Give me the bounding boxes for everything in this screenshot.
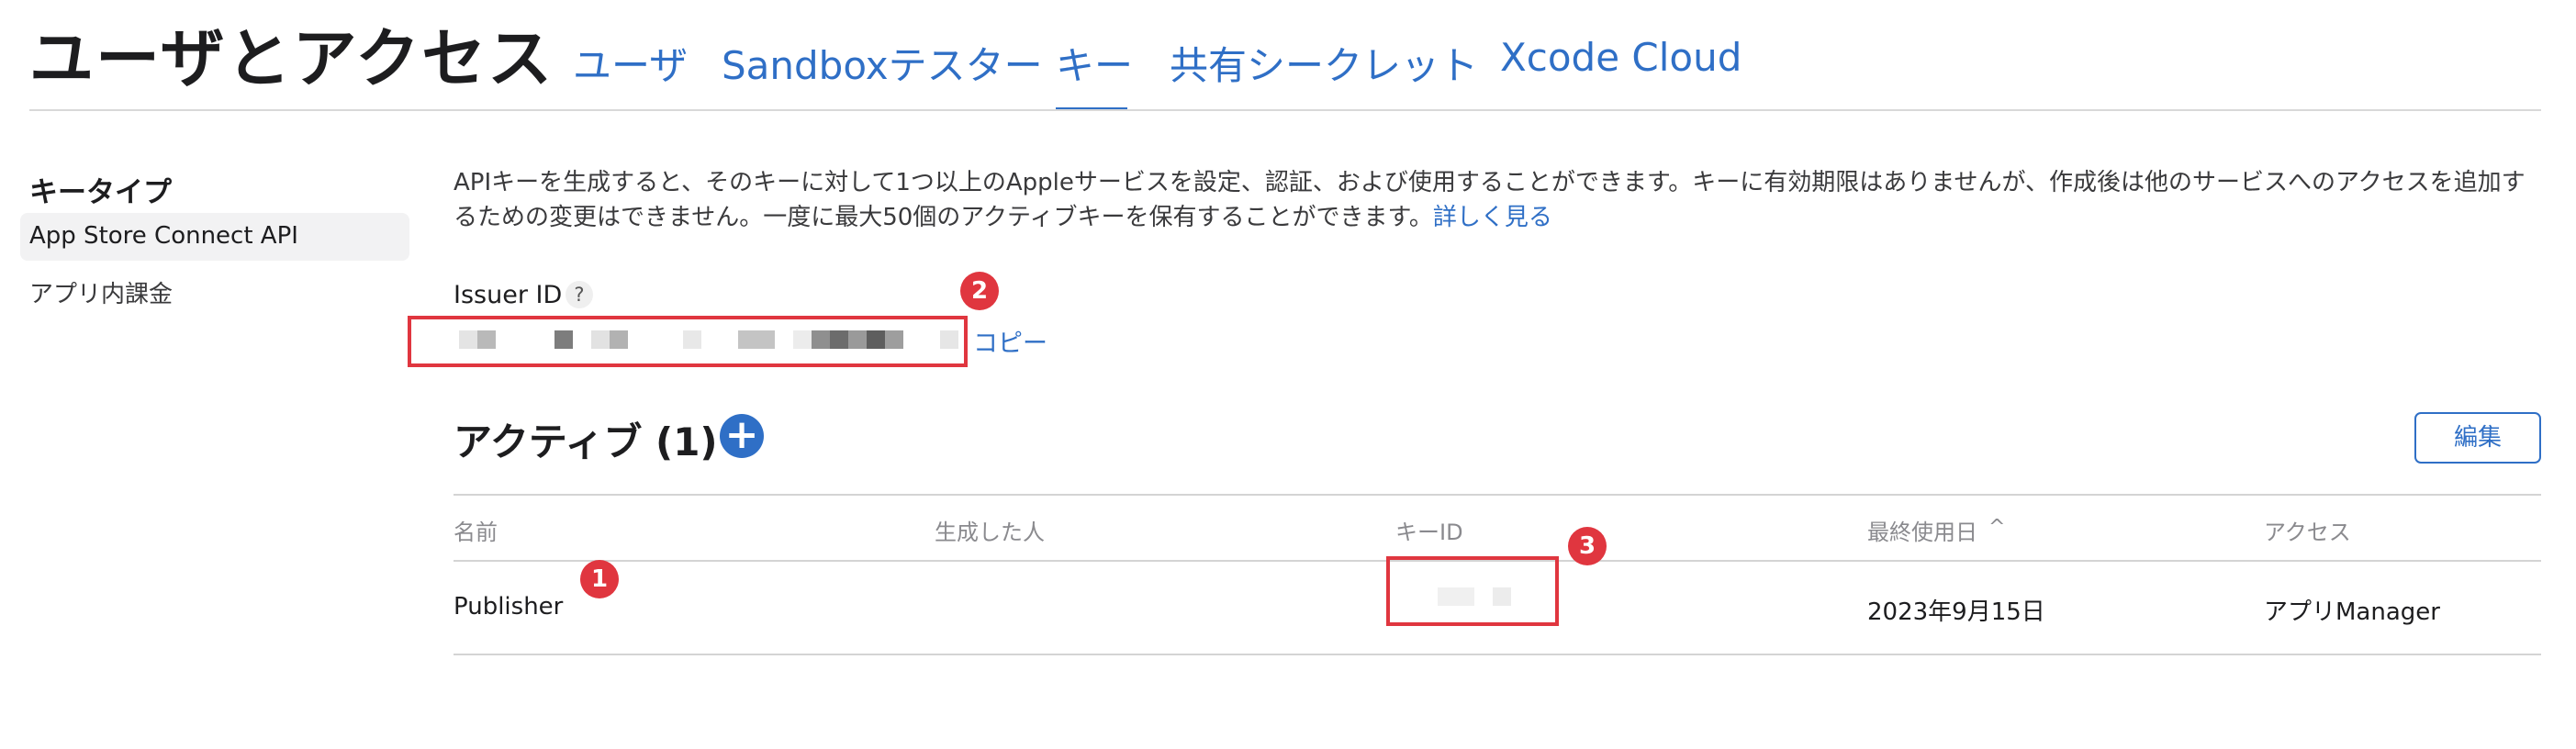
key-name-cell[interactable]: Publisher [454,593,563,620]
issuer-id-label: Issuer ID [454,281,563,309]
sidebar-item-label: App Store Connect API [29,222,298,250]
column-header-name: 名前 [454,520,498,545]
annotation-marker-1: 1 [580,560,619,598]
access-cell: アプリManager [2264,598,2440,626]
sort-ascending-icon[interactable]: ^ [1988,516,2005,539]
intro-description: APIキーを生成すると、そのキーに対して1つ以上のAppleサービスを設定、認証… [454,165,2537,235]
annotation-box-key-id [1386,556,1559,626]
header-divider [29,109,2541,111]
column-header-access: アクセス [2264,520,2351,545]
annotation-box-issuer-id [408,316,968,367]
annotation-marker-2: 2 [960,272,999,310]
last-used-cell: 2023年9月15日 [1867,598,2045,626]
page-title: ユーザとアクセス [29,21,554,96]
table-divider [454,494,2541,496]
tab-users[interactable]: ユーザ [573,35,688,91]
add-key-button[interactable]: + [720,414,764,458]
column-header-key-id: キーID [1395,520,1463,545]
help-icon[interactable]: ? [566,281,593,308]
sidebar-item-app-store-connect-api[interactable]: App Store Connect API [20,213,409,261]
column-header-created-by: 生成した人 [935,520,1045,545]
column-header-last-used[interactable]: 最終使用日 [1867,514,1977,546]
tab-keys[interactable]: キー [1056,35,1133,91]
tab-shared-secrets[interactable]: 共有シークレット [1170,35,1478,91]
learn-more-link[interactable]: 詳しく見る [1433,204,1552,231]
tab-xcode-cloud[interactable]: Xcode Cloud [1500,35,1742,80]
copy-issuer-id-link[interactable]: コピー [973,323,1047,359]
sidebar-heading: キータイプ [29,176,172,209]
sidebar-item-in-app-purchase[interactable]: アプリ内課金 [29,275,173,309]
annotation-marker-3: 3 [1568,527,1607,565]
tab-sandbox-testers[interactable]: Sandboxテスター [722,35,1043,91]
active-keys-heading: アクティブ (1) [454,419,718,464]
table-divider [454,654,2541,655]
edit-button[interactable]: 編集 [2414,412,2541,464]
